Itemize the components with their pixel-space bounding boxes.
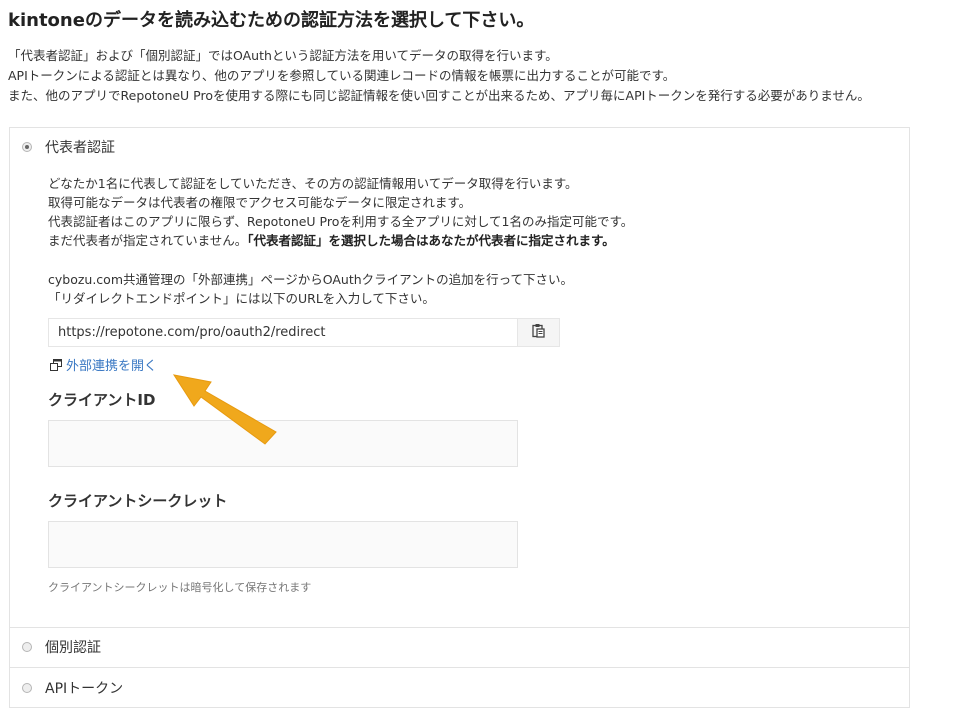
redirect-url-row (48, 318, 560, 347)
description-line: どなたか1名に代表して認証をしていただき、その方の認証情報用いてデータ取得を行い… (48, 176, 578, 191)
description-line: 代表認証者はこのアプリに限らず、RepotoneU Proを利用する全アプリに対… (48, 214, 634, 229)
option-api-token[interactable]: APIトークン (22, 678, 123, 698)
description-line: 取得可能なデータは代表者の権限でアクセス可能なデータに限定されます。 (48, 195, 472, 210)
client-secret-label: クライアントシークレット (48, 492, 228, 510)
client-id-input[interactable] (48, 420, 518, 467)
representative-status: まだ代表者が指定されていません。「代表者認証」を選択した場合はあなたが代表者に指… (48, 231, 633, 250)
option-api-token-label: APIトークン (45, 681, 124, 697)
status-bold-text: 「代表者認証」を選択した場合はあなたが代表者に指定されます。 (247, 233, 615, 248)
open-external-link[interactable]: 外部連携を開く (50, 355, 157, 374)
client-id-label: クライアントID (48, 391, 156, 409)
divider (10, 627, 909, 628)
intro-line: APIトークンによる認証とは異なり、他のアプリを参照している関連レコードの情報を… (8, 68, 676, 83)
option-individual-label: 個別認証 (45, 640, 101, 656)
intro-line: また、他のアプリでRepotoneU Proを使用する際にも同じ認証情報を使い回… (8, 88, 870, 103)
representative-description: どなたか1名に代表して認証をしていただき、その方の認証情報用いてデータ取得を行い… (48, 174, 633, 250)
instruction-line: cybozu.com共通管理の「外部連携」ページからOAuthクライアントの追加… (48, 272, 574, 287)
instruction-line: 「リダイレクトエンドポイント」には以下のURLを入力して下さい。 (48, 291, 435, 306)
option-representative-label: 代表者認証 (45, 140, 115, 156)
redirect-url-field[interactable] (49, 319, 517, 346)
intro-line: 「代表者認証」および「個別認証」ではOAuthという認証方法を用いてデータの取得… (8, 48, 558, 63)
redirect-instructions: cybozu.com共通管理の「外部連携」ページからOAuthクライアントの追加… (48, 270, 573, 308)
external-window-icon (50, 358, 62, 371)
radio-individual[interactable] (22, 642, 32, 652)
copy-url-button[interactable] (517, 319, 559, 346)
status-text: まだ代表者が指定されていません。 (48, 233, 248, 248)
open-link-label[interactable]: 外部連携を開く (66, 355, 157, 374)
page-title: kintoneのデータを読み込むための認証方法を選択して下さい。 (8, 10, 535, 31)
auth-method-panel: 代表者認証 どなたか1名に代表して認証をしていただき、その方の認証情報用いてデー… (9, 127, 910, 708)
option-representative[interactable]: 代表者認証 (22, 137, 115, 157)
radio-representative[interactable] (22, 142, 32, 152)
option-individual[interactable]: 個別認証 (22, 637, 101, 657)
clipboard-icon (532, 323, 545, 342)
divider (10, 667, 909, 668)
client-secret-input[interactable] (48, 521, 518, 568)
radio-api-token[interactable] (22, 683, 32, 693)
client-secret-hint: クライアントシークレットは暗号化して保存されます (48, 581, 312, 594)
intro-text: 「代表者認証」および「個別認証」ではOAuthという認証方法を用いてデータの取得… (8, 46, 870, 106)
